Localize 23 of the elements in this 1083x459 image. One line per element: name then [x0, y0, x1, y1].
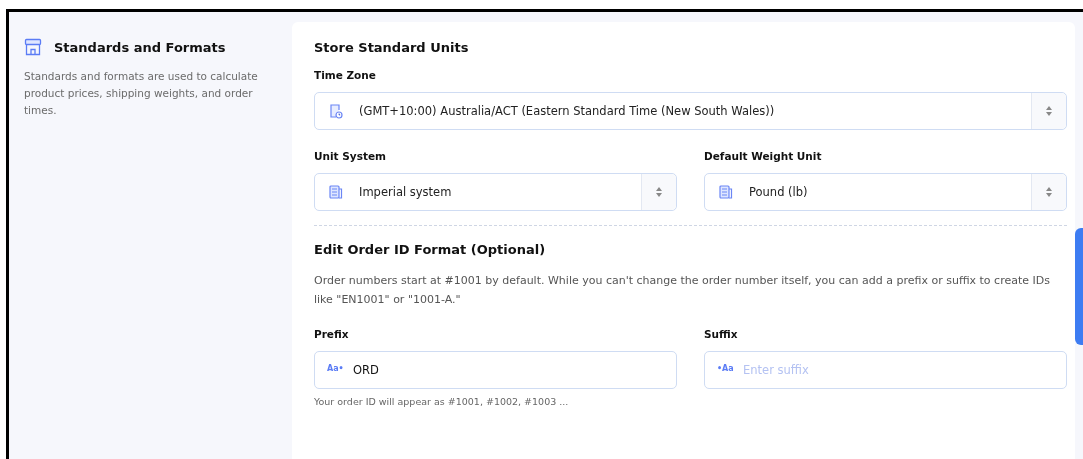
format-description: Order numbers start at #1001 by default. While you can't change the order number itself, you can add a prefix or suffix to create IDs like "EN1001" or "1001-A.": [314, 273, 1051, 308]
sort-arrows-icon: [656, 186, 662, 198]
field-label: Prefix: [314, 328, 350, 340]
prefix-hint: Your order ID will appear as #1001, #1002, #1003 ...: [314, 396, 570, 407]
card-title: Store Standard Units: [314, 40, 470, 55]
section-description: Standards and formats are used to calculate product prices, shipping weights, and order times.: [24, 69, 259, 118]
document-icon: [329, 185, 343, 199]
unit-system-select[interactable]: Imperial system: [314, 173, 677, 211]
field-label: Default Weight Unit: [704, 150, 823, 162]
card-title: Edit Order ID Format (Optional): [314, 242, 547, 257]
document-icon: [719, 185, 733, 199]
time-zone-select[interactable]: (GMT+10:00) Australia/ACT (Eastern Standard Time (New South Wales)): [314, 92, 1067, 130]
text-format-mark: •Aa: [717, 364, 734, 373]
clock-document-icon: [329, 103, 343, 119]
field-label: Time Zone: [314, 69, 377, 81]
field-label: Unit System: [314, 150, 387, 162]
text-format-mark: Aa•: [327, 364, 344, 373]
sort-arrows-icon: [1046, 186, 1052, 198]
sort-arrows-icon: [1046, 105, 1052, 117]
field-label: Suffix: [704, 328, 739, 340]
section-title: Standards and Formats: [54, 39, 226, 55]
store-icon: [24, 38, 42, 56]
weight-unit-select[interactable]: Pound (lb): [704, 173, 1067, 211]
